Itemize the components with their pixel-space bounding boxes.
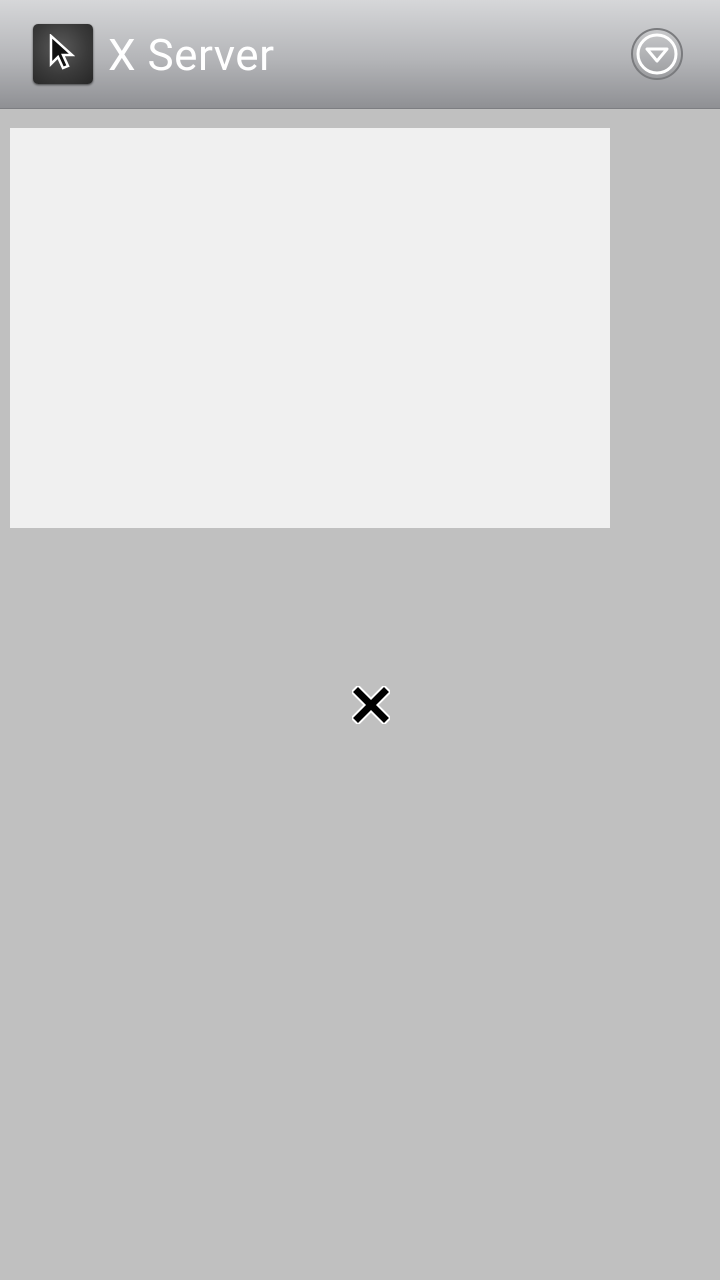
overflow-menu-button[interactable] <box>630 27 684 81</box>
action-bar: X Server <box>0 0 720 108</box>
x-client-window[interactable] <box>10 128 610 528</box>
x-cursor-icon <box>350 684 392 726</box>
app-title: X Server <box>108 29 275 81</box>
dropdown-circle-icon <box>631 28 683 80</box>
app-icon[interactable] <box>33 24 93 84</box>
cursor-arrow-icon <box>49 34 75 70</box>
